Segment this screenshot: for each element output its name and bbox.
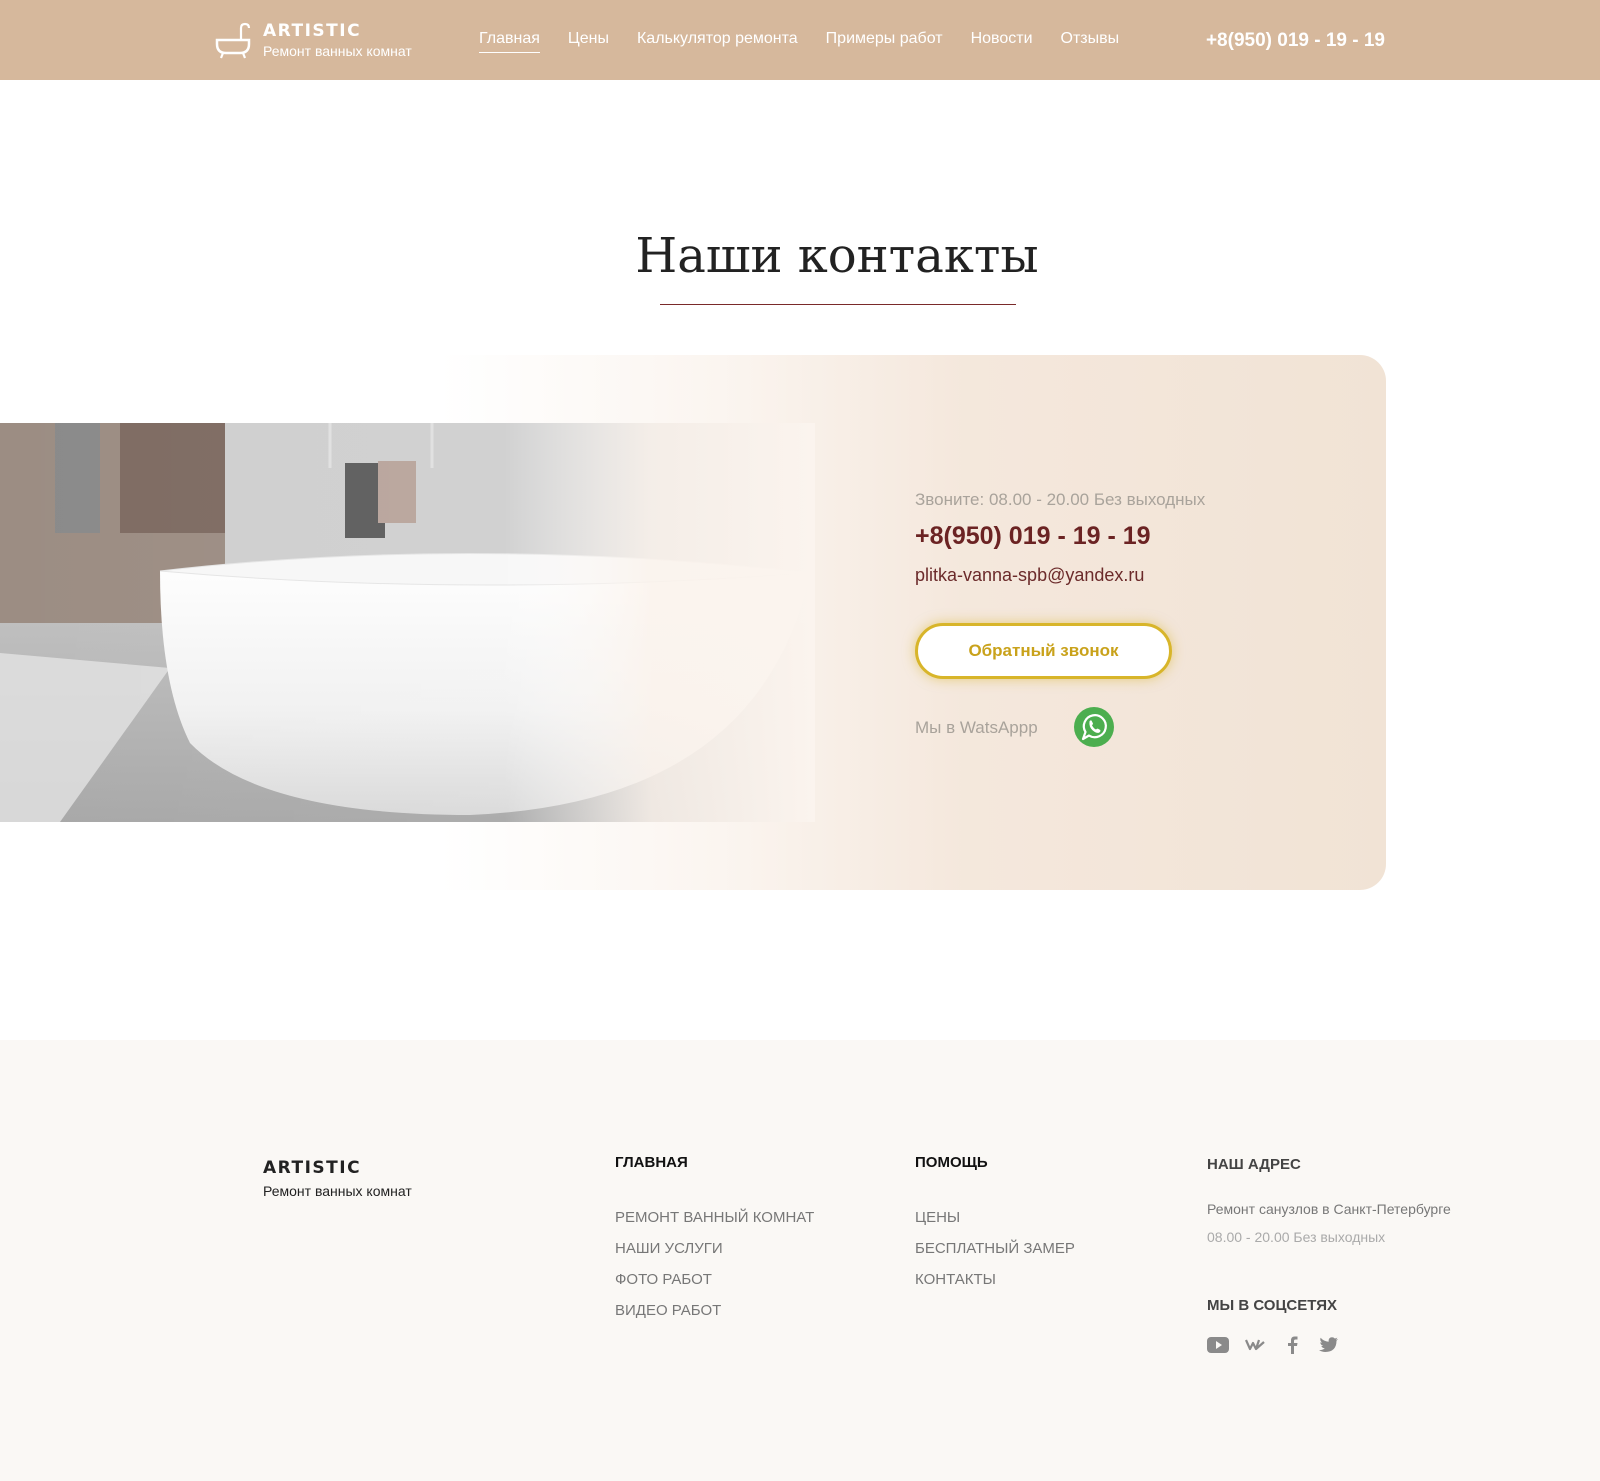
site-header: ARTISTIC Ремонт ванных комнат Главная Це… <box>0 0 1600 80</box>
footer-col-main: ГЛАВНАЯ РЕМОНТ ВАННЫЙ КОМНАТ НАШИ УСЛУГИ… <box>615 1154 814 1333</box>
nav-reviews[interactable]: Отзывы <box>1061 30 1120 53</box>
footer-address: НАШ АДРЕС Ремонт санузлов в Санкт-Петерб… <box>1207 1156 1451 1356</box>
footer-link-services[interactable]: НАШИ УСЛУГИ <box>615 1240 814 1257</box>
footer-link-videos[interactable]: ВИДЕО РАБОТ <box>615 1302 814 1319</box>
footer-tagline: Ремонт ванных комнат <box>263 1183 412 1199</box>
footer-logo[interactable]: ARTISTIC Ремонт ванных комнат <box>263 1158 412 1199</box>
nav-portfolio[interactable]: Примеры работ <box>826 30 943 53</box>
whatsapp-row: Мы в WatsAppp <box>915 707 1175 747</box>
logo-tagline: Ремонт ванных комнат <box>263 43 412 59</box>
twitter-icon[interactable] <box>1318 1334 1340 1356</box>
site-footer: ARTISTIC Ремонт ванных комнат ГЛАВНАЯ РЕ… <box>0 1040 1600 1481</box>
page-title: Наши контакты <box>635 228 1039 284</box>
footer-link-bathroom-repair[interactable]: РЕМОНТ ВАННЫЙ КОМНАТ <box>615 1209 814 1226</box>
youtube-icon[interactable] <box>1207 1334 1229 1356</box>
nav-prices[interactable]: Цены <box>568 30 609 53</box>
logo[interactable]: ARTISTIC Ремонт ванных комнат <box>213 20 412 60</box>
callback-button[interactable]: Обратный звонок <box>915 623 1172 679</box>
footer-link-prices[interactable]: ЦЕНЫ <box>915 1209 1075 1226</box>
main-nav: Главная Цены Калькулятор ремонта Примеры… <box>479 30 1147 53</box>
footer-link-photos[interactable]: ФОТО РАБОТ <box>615 1271 814 1288</box>
footer-link-contacts[interactable]: КОНТАКТЫ <box>915 1271 1075 1288</box>
logo-brand: ARTISTIC <box>263 21 362 41</box>
header-phone[interactable]: +8(950) 019 - 19 - 19 <box>1206 30 1385 52</box>
footer-brand: ARTISTIC <box>263 1158 362 1178</box>
facebook-icon[interactable] <box>1281 1334 1303 1356</box>
working-hours: Звоните: 08.00 - 20.00 Без выходных <box>915 490 1206 509</box>
contact-info: Звоните: 08.00 - 20.00 Без выходных +8(9… <box>915 490 1206 747</box>
contact-email[interactable]: plitka-vanna-spb@yandex.ru <box>915 565 1205 586</box>
nav-news[interactable]: Новости <box>971 30 1033 53</box>
nav-calculator[interactable]: Калькулятор ремонта <box>637 30 798 53</box>
footer-social-title: МЫ В СОЦСЕТЯХ <box>1207 1297 1338 1314</box>
vk-icon[interactable] <box>1244 1334 1266 1356</box>
bathtub-photo <box>0 423 815 822</box>
footer-address-title: НАШ АДРЕС <box>1207 1156 1301 1173</box>
title-underline <box>660 304 1016 305</box>
footer-col-main-title: ГЛАВНАЯ <box>615 1154 688 1171</box>
footer-link-free-measure[interactable]: БЕСПЛАТНЫЙ ЗАМЕР <box>915 1240 1075 1257</box>
whatsapp-label: Мы в WatsAppp <box>915 718 1038 737</box>
contact-phone[interactable]: +8(950) 019 - 19 - 19 <box>915 522 1205 551</box>
nav-home[interactable]: Главная <box>479 30 540 53</box>
footer-col-help: ПОМОЩЬ ЦЕНЫ БЕСПЛАТНЫЙ ЗАМЕР КОНТАКТЫ <box>915 1154 1075 1302</box>
footer-col-help-title: ПОМОЩЬ <box>915 1154 988 1171</box>
bathtub-logo-icon <box>215 22 251 59</box>
whatsapp-icon[interactable] <box>1073 706 1115 748</box>
address-line: Ремонт санузлов в Санкт-Петербурге <box>1207 1201 1451 1217</box>
address-hours: 08.00 - 20.00 Без выходных <box>1207 1229 1386 1245</box>
social-icons <box>1207 1334 1451 1356</box>
